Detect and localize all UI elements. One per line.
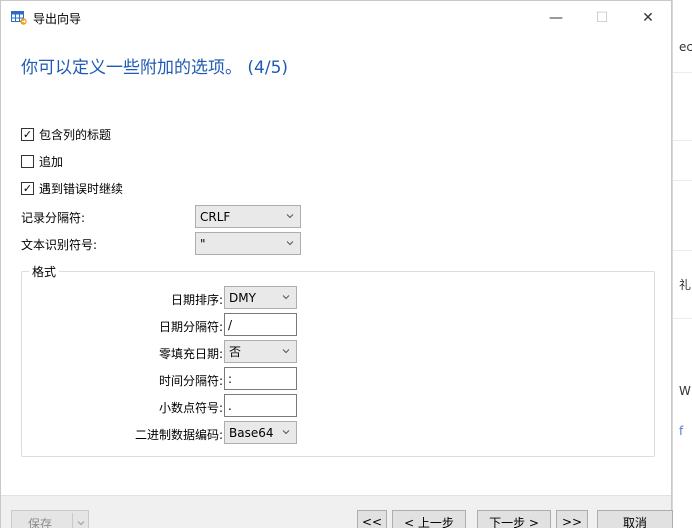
split-divider <box>72 513 73 528</box>
decimal-symbol-input[interactable]: . <box>224 394 297 417</box>
zero-padding-date-select[interactable]: 否 <box>224 340 297 363</box>
dialog-footer: 保存 << < 上一步 下一步 > >> 取消 <box>1 495 673 528</box>
chevron-down-icon <box>282 349 290 354</box>
save-button[interactable]: 保存 <box>11 510 89 528</box>
continue-on-error-checkbox[interactable]: ✓ <box>21 181 34 195</box>
background-divider <box>673 180 692 181</box>
background-text: ec <box>679 40 692 54</box>
decimal-symbol-label: 小数点符号: <box>158 401 223 415</box>
date-order-select[interactable]: DMY <box>224 286 297 309</box>
continue-on-error-label: 遇到错误时继续 <box>39 181 124 196</box>
include-headers-option[interactable]: ✓ 包含列的标题 <box>21 125 111 143</box>
background-app-strip: ec 礼 W f <box>672 0 692 528</box>
date-order-label: 日期排序: <box>170 293 223 307</box>
save-button-label: 保存 <box>28 517 53 528</box>
chevron-down-icon[interactable] <box>77 519 85 527</box>
time-delimiter-label: 时间分隔符: <box>158 374 223 388</box>
export-wizard-dialog: 导出向导 — ☐ ✕ 你可以定义一些附加的选项。 (4/5) ✓ 包含列的标题 … <box>0 0 673 528</box>
format-group-title: 格式 <box>29 263 60 280</box>
binary-encoding-value: Base64 <box>229 425 274 440</box>
background-divider <box>673 140 692 141</box>
table-export-icon <box>11 11 27 25</box>
chevron-down-icon <box>286 214 294 219</box>
cancel-button[interactable]: 取消 <box>597 510 673 528</box>
maximize-button[interactable]: ☐ <box>579 1 625 35</box>
chevron-down-icon <box>282 430 290 435</box>
background-text: W <box>679 384 691 398</box>
previous-step-button[interactable]: < 上一步 <box>392 510 466 528</box>
text-qualifier-label: 文本识别符号: <box>21 238 98 252</box>
window-title: 导出向导 <box>33 12 82 26</box>
include-headers-label: 包含列的标题 <box>39 127 112 142</box>
date-delimiter-label: 日期分隔符: <box>158 320 223 334</box>
append-label: 追加 <box>39 154 64 169</box>
chevron-down-icon <box>282 295 290 300</box>
zero-padding-date-value: 否 <box>229 345 242 359</box>
minimize-button[interactable]: — <box>533 1 579 35</box>
date-order-value: DMY <box>229 290 256 305</box>
chevron-down-icon <box>286 241 294 246</box>
binary-encoding-label: 二进制数据编码: <box>134 428 223 442</box>
background-divider <box>673 72 692 73</box>
background-divider <box>673 318 692 319</box>
close-button[interactable]: ✕ <box>625 1 671 35</box>
background-text: f <box>679 424 684 438</box>
zero-padding-date-label: 零填充日期: <box>158 347 223 361</box>
background-divider <box>673 250 692 251</box>
first-step-button[interactable]: << <box>357 510 387 528</box>
text-qualifier-select[interactable]: " <box>195 232 301 255</box>
record-delimiter-value: CRLF <box>200 209 231 224</box>
background-text: 礼 <box>679 278 692 292</box>
include-headers-checkbox[interactable]: ✓ <box>21 127 34 141</box>
last-step-button[interactable]: >> <box>556 510 588 528</box>
append-checkbox[interactable] <box>21 154 34 168</box>
append-option[interactable]: 追加 <box>21 152 63 170</box>
date-delimiter-input[interactable]: / <box>224 313 297 336</box>
time-delimiter-input[interactable]: : <box>224 367 297 390</box>
continue-on-error-option[interactable]: ✓ 遇到错误时继续 <box>21 179 123 197</box>
title-bar[interactable]: 导出向导 — ☐ ✕ <box>1 1 671 35</box>
step-heading: 你可以定义一些附加的选项。 (4/5) <box>21 58 289 78</box>
text-qualifier-value: " <box>200 236 206 251</box>
binary-encoding-select[interactable]: Base64 <box>224 421 297 444</box>
record-delimiter-label: 记录分隔符: <box>21 211 86 225</box>
next-step-button[interactable]: 下一步 > <box>477 510 551 528</box>
record-delimiter-select[interactable]: CRLF <box>195 205 301 228</box>
